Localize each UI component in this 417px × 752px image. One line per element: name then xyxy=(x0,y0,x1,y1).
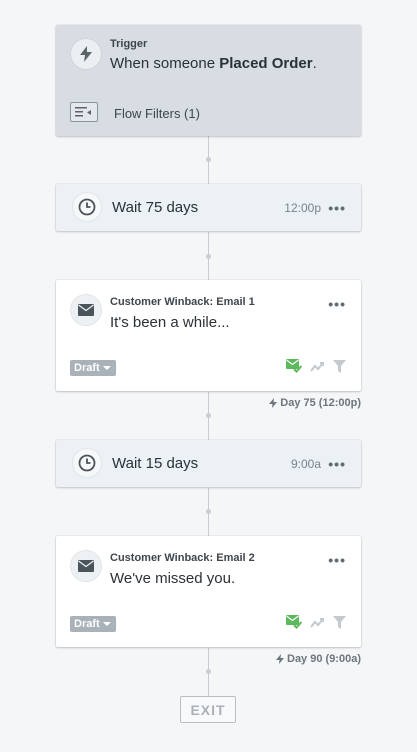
lightning-icon xyxy=(269,398,278,408)
clock-icon xyxy=(72,192,102,222)
email-subject: It's been a while... xyxy=(110,314,230,331)
email-name: Customer Winback: Email 1 xyxy=(110,296,255,308)
wait-step-card[interactable]: Wait 15 days 9:00a ••• xyxy=(56,440,361,487)
trigger-card[interactable]: Trigger When someone Placed Order. Flow … xyxy=(56,25,361,136)
step-action-icons xyxy=(286,359,346,378)
envelope-icon xyxy=(70,294,102,326)
day-label-text: Day 75 (12:00p) xyxy=(280,397,361,409)
more-menu-button[interactable]: ••• xyxy=(328,201,346,215)
connector-dot xyxy=(206,254,211,259)
email-step-card[interactable]: Customer Winback: Email 2 We've missed y… xyxy=(56,536,361,647)
connector-dot xyxy=(206,669,211,674)
trigger-label: Trigger xyxy=(110,38,148,50)
wait-time: 12:00p xyxy=(284,201,321,215)
envelope-icon xyxy=(70,550,102,582)
caret-down-icon xyxy=(102,366,111,370)
trigger-text-prefix: When someone xyxy=(110,55,220,72)
lightning-icon xyxy=(70,38,102,70)
connector-dot xyxy=(206,413,211,418)
more-menu-button[interactable]: ••• xyxy=(328,457,346,471)
status-dropdown[interactable]: Draft xyxy=(70,616,116,632)
wait-label: Wait 75 days xyxy=(112,199,199,216)
step-action-icons xyxy=(286,615,346,634)
funnel-icon[interactable] xyxy=(333,615,346,634)
more-menu-button[interactable]: ••• xyxy=(328,553,346,567)
wait-label: Wait 15 days xyxy=(112,455,199,472)
email-step-card[interactable]: Customer Winback: Email 1 It's been a wh… xyxy=(56,280,361,391)
trigger-metric: Placed Order xyxy=(219,55,313,72)
connector-dot xyxy=(206,509,211,514)
funnel-icon[interactable] xyxy=(333,359,346,378)
email-check-icon[interactable] xyxy=(286,615,303,634)
connector-dot xyxy=(206,157,211,162)
email-name: Customer Winback: Email 2 xyxy=(110,552,255,564)
trigger-text-suffix: . xyxy=(312,55,317,72)
status-dropdown[interactable]: Draft xyxy=(70,360,116,376)
more-menu-button[interactable]: ••• xyxy=(328,297,346,311)
exit-node[interactable]: EXIT xyxy=(180,696,236,723)
status-label: Draft xyxy=(74,618,100,630)
day-label-text: Day 90 (9:00a) xyxy=(287,653,361,665)
filter-panel-icon[interactable] xyxy=(70,102,98,122)
trend-icon[interactable] xyxy=(310,360,325,378)
email-check-icon[interactable] xyxy=(286,359,303,378)
status-label: Draft xyxy=(74,362,100,374)
trend-icon[interactable] xyxy=(310,616,325,634)
clock-icon xyxy=(72,448,102,478)
day-label: Day 90 (9:00a) xyxy=(276,653,361,665)
wait-time: 9:00a xyxy=(290,457,321,471)
lightning-icon xyxy=(276,654,284,664)
flow-filters-link[interactable]: Flow Filters (1) xyxy=(114,106,200,121)
day-label: Day 75 (12:00p) xyxy=(269,397,361,409)
wait-step-card[interactable]: Wait 75 days 12:00p ••• xyxy=(56,184,361,231)
trigger-text: When someone Placed Order. xyxy=(110,55,317,72)
email-subject: We've missed you. xyxy=(110,570,236,587)
caret-down-icon xyxy=(102,622,111,626)
